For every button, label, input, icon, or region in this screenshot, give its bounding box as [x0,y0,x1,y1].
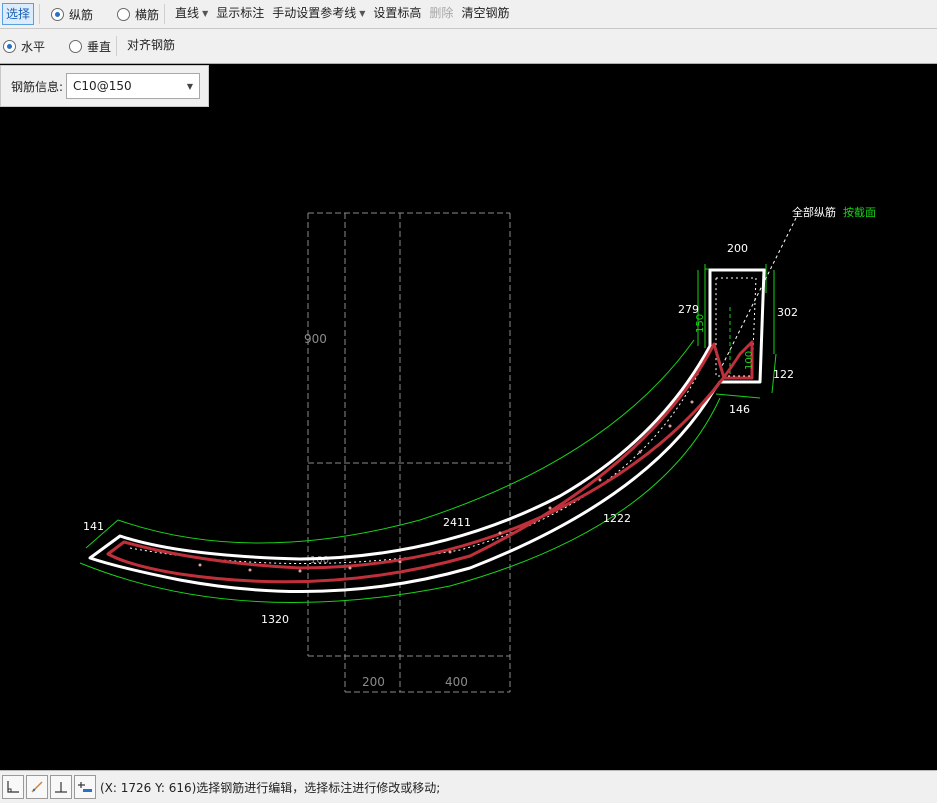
manual-ref-label: 手动设置参考线 [272,6,357,20]
ortho-icon[interactable] [2,775,24,799]
dim-302[interactable]: 302 [777,306,798,319]
drawing-canvas[interactable]: 900 200 400 100 全部纵筋 按截面 200 279 302 122… [0,108,937,770]
longitudinal-label: 纵筋 [69,7,94,22]
concrete-outline [88,268,766,593]
line-label: 直线 [175,6,200,20]
status-text: (X: 1726 Y: 616)选择钢筋进行编辑，选择标注进行修改或移动; [100,780,441,795]
line-dropdown-button[interactable]: 直线 ▼ [172,3,211,25]
draw-line-icon[interactable] [26,775,48,799]
chevron-down-icon: ▼ [202,8,209,18]
manual-reference-line-button[interactable]: 手动设置参考线 ▼ [269,3,368,25]
dim-200[interactable]: 200 [727,242,748,255]
delete-button[interactable]: 删除 [426,3,456,25]
annotation-label[interactable]: 全部纵筋 [792,205,836,219]
main-toolbar: 选择 纵筋 横筋 直线 ▼ 显示标注 手动设置参考线 ▼ 设置标高 删除 清空钢筋 [0,0,937,29]
horizontal-label: 水平 [21,39,46,54]
status-bar: (X: 1726 Y: 616)选择钢筋进行编辑，选择标注进行修改或移动; [0,770,937,803]
clear-rebar-button[interactable]: 清空钢筋 [458,3,512,25]
dim-100-vertical[interactable]: 100 [744,351,755,370]
dim-150[interactable]: 150 [695,314,706,333]
perpendicular-icon[interactable] [50,775,72,799]
rebar-info-select[interactable]: C10@150 ▼ [66,73,201,99]
dim-1320[interactable]: 1320 [261,613,289,626]
ref-dim-200[interactable]: 200 [362,675,385,689]
select-button[interactable]: 选择 [2,3,35,25]
chevron-down-icon: ▼ [186,81,194,91]
chevron-down-icon: ▼ [359,8,366,18]
rebar-dots [198,400,694,573]
radio-unselected-icon [69,39,83,53]
ref-dim-900[interactable]: 900 [304,332,327,346]
toolbar-separator [164,4,166,24]
vertical-label: 垂直 [87,39,112,54]
show-dimension-button[interactable]: 显示标注 [213,3,267,25]
dim-2411[interactable]: 2411 [443,516,471,529]
rebar-info-label: 钢筋信息: [11,79,64,94]
rebar-info-value: C10@150 [73,79,132,93]
alignment-toolbar: 水平 垂直 对齐钢筋 [0,29,937,64]
dim-1222[interactable]: 1222 [603,512,631,525]
set-elevation-button[interactable]: 设置标高 [370,3,424,25]
rebar-info-panel: 钢筋信息: C10@150 ▼ [0,65,209,107]
longitudinal-radio[interactable]: 纵筋 [51,3,93,25]
offset-line-icon[interactable] [74,775,96,799]
radio-selected-icon [51,7,65,21]
dim-122[interactable]: 122 [773,368,794,381]
toolbar-separator [116,36,118,56]
ref-dim-100[interactable]: 100 [310,555,329,566]
transverse-radio[interactable]: 横筋 [117,3,159,25]
radio-unselected-icon [117,7,131,21]
ref-dim-400[interactable]: 400 [445,675,468,689]
transverse-label: 横筋 [135,7,160,22]
toolbar-separator [39,4,41,24]
annotation-value[interactable]: 按截面 [843,205,876,219]
dim-146[interactable]: 146 [729,403,750,416]
reference-lines [307,212,511,693]
annotation-leader [721,217,797,367]
dim-141[interactable]: 141 [83,520,104,533]
horizontal-radio[interactable]: 水平 [3,35,45,57]
vertical-radio[interactable]: 垂直 [69,35,111,57]
radio-selected-icon [3,39,16,53]
align-rebar-button[interactable]: 对齐钢筋 [124,35,178,57]
